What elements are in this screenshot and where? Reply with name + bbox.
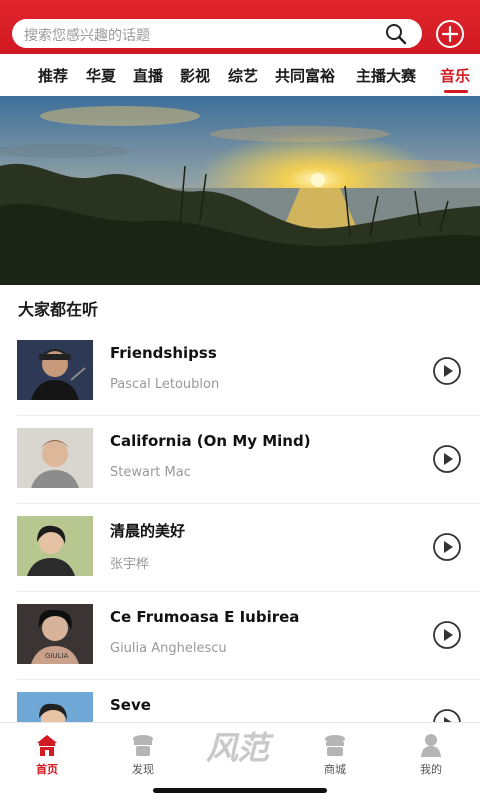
play-icon[interactable]: [430, 530, 464, 564]
tab-common-prosperity[interactable]: 共同富裕: [275, 65, 335, 86]
nav-mall[interactable]: 商城: [305, 731, 365, 777]
tab-live[interactable]: 直播: [133, 65, 163, 86]
song-artist: 张宇桦: [110, 557, 150, 572]
song-item[interactable]: 清晨的美好 张宇桦: [0, 504, 480, 592]
song-title: Ce Frumoasa E Iubirea: [110, 608, 300, 626]
song-cover: [17, 516, 93, 576]
tab-variety[interactable]: 综艺: [228, 65, 258, 86]
tab-music[interactable]: 音乐: [440, 65, 470, 86]
top-header: 搜索您感兴趣的话题: [0, 0, 480, 54]
nav-label: 首页: [36, 763, 58, 776]
add-icon[interactable]: [434, 18, 466, 50]
home-indicator[interactable]: [153, 788, 327, 793]
banner-image[interactable]: [0, 96, 480, 285]
song-item[interactable]: Friendshipss Pascal Letoublon: [0, 328, 480, 416]
nav-label: 商城: [324, 763, 346, 776]
song-artist: Giulia Anghelescu: [110, 641, 227, 656]
category-tabs: 推荐 华夏 直播 影视 综艺 共同富裕 主播大赛 音乐: [0, 54, 480, 96]
nav-home[interactable]: 首页: [17, 731, 77, 777]
song-title: 清晨的美好: [110, 522, 186, 540]
song-artist: Pascal Letoublon: [110, 377, 220, 392]
active-tab-indicator: [444, 90, 468, 93]
brand-logo[interactable]: 风范: [206, 723, 269, 769]
play-icon[interactable]: [430, 618, 464, 652]
song-cover: [17, 428, 93, 488]
tab-recommend[interactable]: 推荐: [38, 65, 68, 86]
song-artist: Stewart Mac: [110, 465, 191, 480]
nav-label: 我的: [420, 763, 442, 776]
nav-profile[interactable]: 我的: [401, 731, 461, 777]
play-icon[interactable]: [430, 442, 464, 476]
nav-discover[interactable]: 发现: [113, 731, 173, 777]
home-icon: [37, 735, 57, 756]
song-cover: [17, 340, 93, 400]
search-placeholder: 搜索您感兴趣的话题: [24, 28, 150, 44]
search-icon[interactable]: [384, 22, 408, 46]
song-cover: GIULIA: [17, 604, 93, 664]
tab-film[interactable]: 影视: [180, 65, 210, 86]
tab-anchor-contest[interactable]: 主播大赛: [356, 65, 416, 86]
song-title: California (On My Mind): [110, 432, 311, 450]
song-item[interactable]: California (On My Mind) Stewart Mac: [0, 416, 480, 504]
song-title: Friendshipss: [110, 344, 217, 362]
profile-icon: [421, 734, 441, 757]
play-icon[interactable]: [430, 354, 464, 388]
tab-huaxia[interactable]: 华夏: [86, 65, 116, 86]
song-title: Seve: [110, 696, 151, 714]
svg-text:GIULIA: GIULIA: [45, 652, 69, 660]
mall-icon: [325, 735, 345, 756]
search-bar[interactable]: 搜索您感兴趣的话题: [12, 19, 422, 48]
discover-icon: [133, 735, 153, 756]
section-title: 大家都在听: [18, 300, 99, 319]
nav-label: 发现: [132, 763, 154, 776]
song-item[interactable]: GIULIA Ce Frumoasa E Iubirea Giulia Angh…: [0, 592, 480, 680]
